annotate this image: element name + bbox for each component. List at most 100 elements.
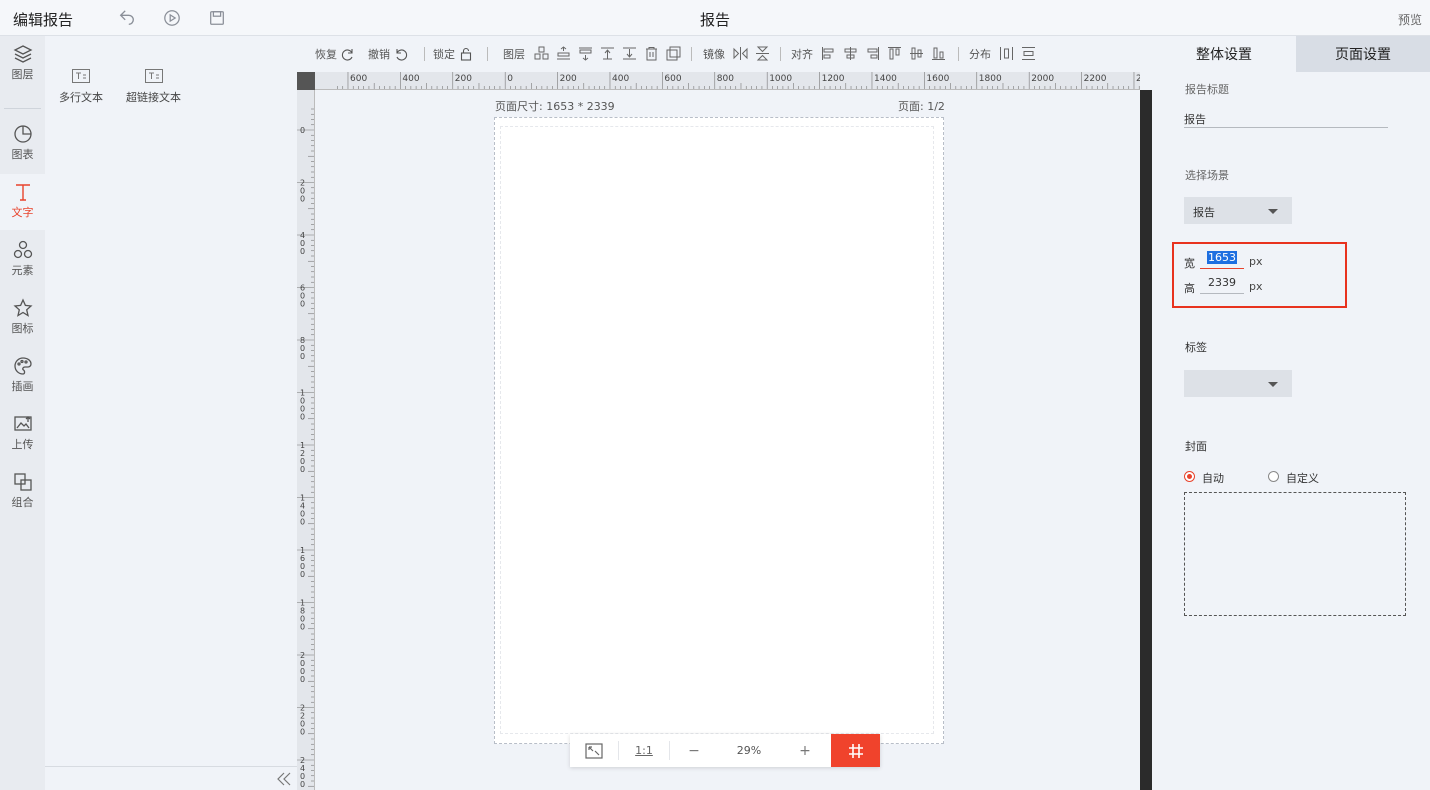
cover-upload-area[interactable] <box>1184 492 1406 616</box>
ruler-label: 0 <box>300 728 305 737</box>
report-title-input[interactable] <box>1184 110 1388 128</box>
align-top-icon[interactable] <box>600 46 615 61</box>
ruler-label: 200 <box>455 74 472 84</box>
preview-button[interactable]: 预览 <box>1398 11 1422 28</box>
width-label: 宽 <box>1184 257 1195 270</box>
actual-size-button[interactable]: 1:1 <box>619 734 669 767</box>
distribute-vertical-icon[interactable] <box>1021 46 1036 61</box>
height-unit: px <box>1249 280 1263 293</box>
undo-icon <box>396 49 408 61</box>
textbox-icon <box>144 69 163 83</box>
height-input[interactable]: 2339 <box>1200 276 1244 294</box>
group-icon <box>13 473 32 491</box>
tag-select[interactable] <box>1184 370 1292 397</box>
scene-select-value: 报告 <box>1193 206 1215 219</box>
rail-item-label: 图层 <box>11 68 34 81</box>
horizontal-ruler: 600 400 200 0 200 400 600 800 1000 1200 1400 1600 18… <box>315 72 1140 90</box>
send-backward-icon[interactable] <box>578 46 593 61</box>
top-bar: 编辑报告 报告 预览 <box>0 0 1430 36</box>
align-center-icon[interactable] <box>843 46 858 61</box>
report-page[interactable] <box>494 117 944 744</box>
grid-icon <box>848 743 863 758</box>
ruler-label: 0 <box>300 126 305 135</box>
rail-item-label: 插画 <box>11 380 34 393</box>
redo-icon <box>341 49 353 61</box>
distribute-label: 分布 <box>969 48 991 61</box>
rail-item-illustrations[interactable]: 插画 <box>0 348 45 404</box>
rail-item-layers[interactable]: 图层 <box>0 36 45 92</box>
rail-item-icons[interactable]: 图标 <box>0 290 45 346</box>
toolbar-divider <box>958 47 959 61</box>
fit-screen-icon <box>585 742 603 759</box>
rail-item-label: 图标 <box>11 322 34 335</box>
align-middle-icon[interactable] <box>909 46 924 61</box>
tab-page-settings[interactable]: 页面设置 <box>1296 36 1430 72</box>
ruler-label: 0 <box>300 518 305 527</box>
star-icon <box>12 298 33 317</box>
canvas-toolbar: 恢复 撤销 锁定 图层 镜像 对齐 分布 <box>297 44 1140 64</box>
align-bottom-icon[interactable] <box>931 46 946 61</box>
rail-item-charts[interactable]: 图表 <box>0 116 45 172</box>
collapse-panel-icon[interactable] <box>274 770 294 788</box>
scene-select[interactable]: 报告 <box>1184 197 1292 224</box>
rail-item-elements[interactable]: 元素 <box>0 232 45 288</box>
redo-label: 恢复 <box>315 48 337 61</box>
distribute-horizontal-icon[interactable] <box>999 46 1014 61</box>
rail-item-upload[interactable]: 上传 <box>0 406 45 462</box>
copy-icon[interactable] <box>666 46 681 61</box>
zoom-in-button[interactable]: + <box>780 734 830 767</box>
distribute-menu: 分布 <box>969 44 991 64</box>
page-number-label: 页面: 1/2 <box>898 100 945 113</box>
component-multiline-text[interactable]: 多行文本 <box>59 69 103 105</box>
toolbar-divider <box>780 47 781 61</box>
ruler-label: 1800 <box>979 74 1002 84</box>
cover-custom-radio[interactable] <box>1268 471 1279 482</box>
ruler-label: 0 <box>300 195 305 204</box>
align-right-icon[interactable] <box>865 46 880 61</box>
component-hyperlink-text[interactable]: 超链接文本 <box>126 69 181 105</box>
ruler-label: 200 <box>560 74 577 84</box>
rail-item-text[interactable]: 文字 <box>0 174 45 230</box>
component-panel: 多行文本 超链接文本 <box>45 36 297 790</box>
ruler-label: 0 <box>300 570 305 579</box>
send-to-back-icon[interactable] <box>622 46 637 61</box>
tab-overall-settings[interactable]: 整体设置 <box>1152 36 1296 72</box>
undo-button[interactable]: 撤销 <box>368 44 408 64</box>
rail-item-label: 元素 <box>11 264 34 277</box>
bring-forward-icon[interactable] <box>534 46 549 61</box>
chart-pie-icon <box>13 125 32 143</box>
canvas-scrollbar[interactable] <box>1140 90 1152 790</box>
page-size-label: 页面尺寸: 1653 * 2339 <box>495 100 615 113</box>
ruler-label: 400 <box>402 74 419 84</box>
zoom-out-button[interactable]: − <box>670 734 718 767</box>
ruler-label: 600 <box>350 74 367 84</box>
fit-screen-button[interactable] <box>570 734 618 767</box>
layers-icon <box>13 45 32 63</box>
tag-label: 标签 <box>1185 341 1207 354</box>
canvas-area[interactable]: 600 400 200 0 200 400 600 800 1000 1200 1400 1600 18… <box>297 72 1140 790</box>
document-title: 报告 <box>699 11 730 29</box>
bring-to-front-icon[interactable] <box>556 46 571 61</box>
layer-menu: 图层 <box>503 44 525 64</box>
align-label: 对齐 <box>791 48 813 61</box>
report-title-label: 报告标题 <box>1185 83 1229 96</box>
scene-label: 选择场景 <box>1185 169 1229 182</box>
chevron-down-icon <box>1268 382 1278 387</box>
mirror-menu: 镜像 <box>703 44 725 64</box>
flip-vertical-icon[interactable] <box>755 46 770 61</box>
align-left-icon[interactable] <box>821 46 836 61</box>
ruler-label: 0 <box>300 300 305 309</box>
vertical-ruler: 0200400600800100012001400160018002000220… <box>297 90 315 790</box>
redo-button[interactable]: 恢复 <box>315 44 355 64</box>
align-top-edge-icon[interactable] <box>887 46 902 61</box>
rail-item-group[interactable]: 组合 <box>0 464 45 520</box>
lock-button[interactable]: 锁定 <box>433 44 473 64</box>
cover-auto-radio[interactable] <box>1184 471 1195 482</box>
grid-toggle-button[interactable] <box>831 734 880 767</box>
flip-horizontal-icon[interactable] <box>733 46 748 61</box>
settings-panel: 整体设置 页面设置 报告标题 选择场景 报告 宽 1653 px 高 2339 … <box>1152 36 1430 790</box>
text-icon <box>15 184 30 201</box>
width-input[interactable]: 1653 <box>1200 251 1244 269</box>
ruler-label: 0 <box>300 247 305 256</box>
delete-icon[interactable] <box>644 46 659 61</box>
